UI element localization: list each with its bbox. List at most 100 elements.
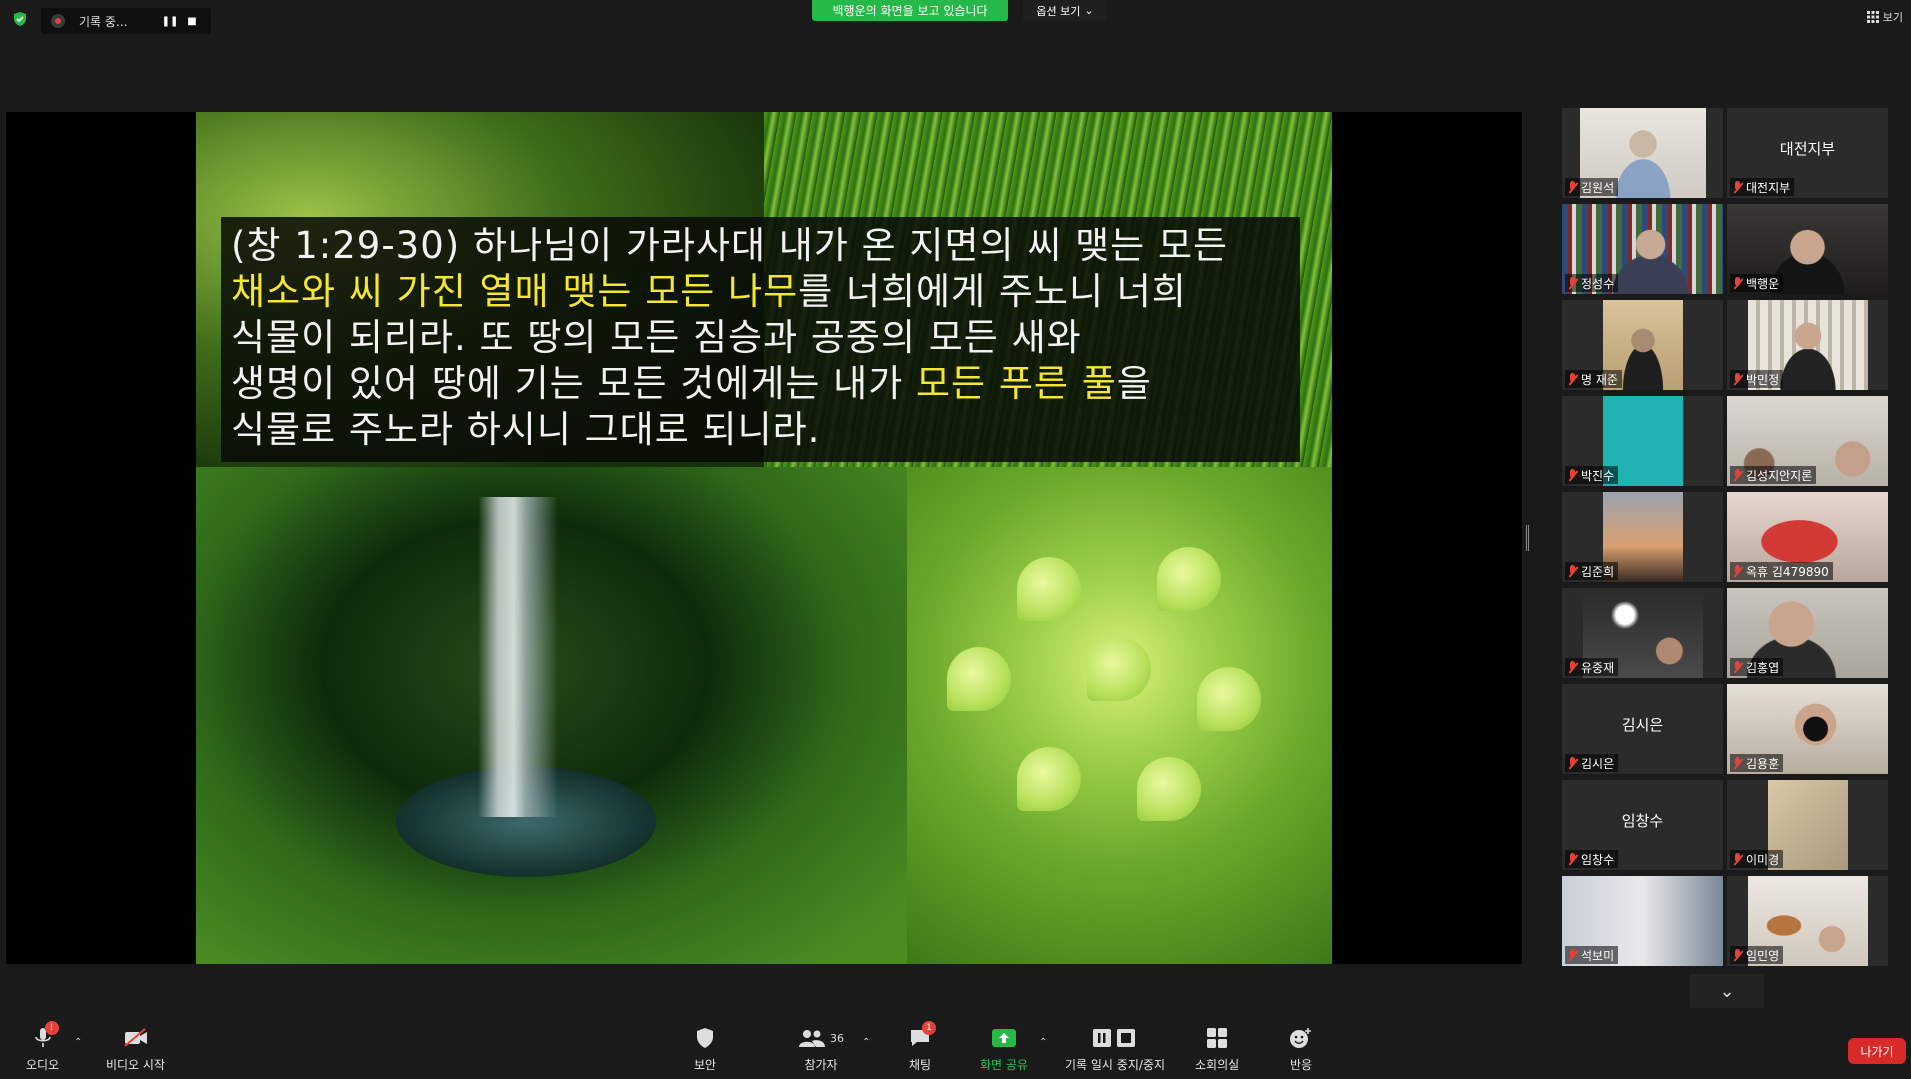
plant-bud bbox=[1017, 747, 1081, 811]
participant-name-label: 유중재 bbox=[1565, 658, 1619, 676]
participant-name: 유중재 bbox=[1581, 660, 1615, 675]
participant-name: 옥휴 김479890 bbox=[1746, 564, 1829, 579]
muted-microphone-icon bbox=[1567, 372, 1578, 386]
participants-options-caret-icon[interactable]: ⌃ bbox=[862, 1037, 870, 1048]
waterfall-stream bbox=[478, 497, 558, 817]
participant-tile[interactable]: 임창수 임창수 bbox=[1562, 780, 1723, 870]
verse-line: 생명이 있어 땅에 기는 모든 것에게는 내가 모든 푸른 풀을 bbox=[231, 361, 1290, 407]
muted-microphone-icon bbox=[1567, 564, 1578, 578]
pause-stop-icon bbox=[1091, 1025, 1139, 1051]
participant-name: 백행운 bbox=[1746, 276, 1780, 291]
breakout-rooms-button[interactable]: 소회의실 bbox=[1195, 1025, 1239, 1073]
resize-handle[interactable] bbox=[1526, 525, 1529, 551]
participant-tile[interactable]: 김시은 김시은 bbox=[1562, 684, 1723, 774]
video-off-icon bbox=[122, 1025, 150, 1051]
participant-tile[interactable]: 유중재 bbox=[1562, 588, 1723, 678]
share-options-caret-icon[interactable]: ⌃ bbox=[1039, 1037, 1047, 1048]
participant-tile[interactable]: 김준희 bbox=[1562, 492, 1723, 582]
pause-recording-icon[interactable]: ❚❚ bbox=[159, 10, 181, 32]
audio-options-caret-icon[interactable]: ⌃ bbox=[74, 1037, 82, 1048]
participant-tile[interactable]: 대전지부 대전지부 bbox=[1727, 108, 1888, 198]
verse-text: 생명이 있어 땅에 기는 모든 것에게는 내가 bbox=[231, 362, 917, 405]
microphone-icon: ! bbox=[29, 1021, 59, 1051]
share-screen-button[interactable]: 화면 공유 bbox=[980, 1025, 1028, 1073]
verse-line: 식물로 주노라 하시니 그대로 되니라. bbox=[231, 407, 1290, 453]
participant-tile[interactable]: 김성지안지론 bbox=[1727, 396, 1888, 486]
muted-microphone-icon bbox=[1567, 948, 1578, 962]
verse-text: 을 bbox=[1116, 362, 1152, 405]
participant-name: 박진수 bbox=[1581, 468, 1615, 483]
participant-name-label: 임창수 bbox=[1565, 850, 1619, 868]
participant-tile[interactable]: 김홍엽 bbox=[1727, 588, 1888, 678]
view-options-button[interactable]: 옵션 보기 ⌄ bbox=[1023, 0, 1107, 21]
recording-dot-icon bbox=[51, 14, 65, 28]
verse-line: 식물이 되리라. 또 땅의 모든 짐승과 공중의 모든 새와 bbox=[231, 315, 1290, 361]
participant-tile[interactable]: 정성수 bbox=[1562, 204, 1723, 294]
participant-display-name: 임창수 bbox=[1621, 812, 1664, 830]
participant-tile[interactable]: 박민정 bbox=[1727, 300, 1888, 390]
participant-name-label: 김준희 bbox=[1565, 562, 1619, 580]
participant-tile[interactable]: 백행운 bbox=[1727, 204, 1888, 294]
chevron-down-icon: ⌄ bbox=[1719, 980, 1735, 1002]
gallery-next-page-button[interactable]: ⌄ bbox=[1690, 974, 1764, 1008]
muted-microphone-icon bbox=[1567, 660, 1578, 674]
grid-icon bbox=[1866, 11, 1879, 23]
participant-tile[interactable]: 석보미 bbox=[1562, 876, 1723, 966]
participant-name: 김용훈 bbox=[1746, 756, 1780, 771]
start-video-button[interactable]: 비디오 시작 bbox=[106, 1025, 165, 1073]
leave-meeting-button[interactable]: 나가기 bbox=[1848, 1038, 1906, 1064]
muted-microphone-icon bbox=[1732, 948, 1743, 962]
recording-indicator: 기록 중... ❚❚ ■ bbox=[41, 8, 211, 34]
view-options-label: 옵션 보기 bbox=[1036, 4, 1081, 18]
participant-tile[interactable]: 김용훈 bbox=[1727, 684, 1888, 774]
participant-tile[interactable]: 김원석 bbox=[1562, 108, 1723, 198]
participant-name-label: 정성수 bbox=[1565, 274, 1619, 292]
security-button[interactable]: 보안 bbox=[691, 1025, 719, 1073]
muted-microphone-icon bbox=[1732, 660, 1743, 674]
plant-bud bbox=[1087, 637, 1151, 701]
muted-microphone-icon bbox=[1567, 180, 1578, 194]
participant-tile[interactable]: 임민영 bbox=[1727, 876, 1888, 966]
stop-recording-icon[interactable]: ■ bbox=[181, 10, 203, 32]
muted-microphone-icon bbox=[1732, 756, 1743, 770]
muted-microphone-icon bbox=[1732, 852, 1743, 866]
participant-name: 김홍엽 bbox=[1746, 660, 1780, 675]
muted-microphone-icon bbox=[1567, 852, 1578, 866]
audio-button[interactable]: ! 오디오 bbox=[26, 1021, 59, 1073]
chat-label: 채팅 bbox=[908, 1058, 932, 1072]
participant-name: 석보미 bbox=[1581, 948, 1615, 963]
muted-microphone-icon bbox=[1567, 756, 1578, 770]
participant-name: 정성수 bbox=[1581, 276, 1615, 291]
chat-button[interactable]: 1 채팅 bbox=[906, 1021, 936, 1073]
muted-microphone-icon bbox=[1732, 372, 1743, 386]
muted-microphone-icon bbox=[1732, 564, 1743, 578]
participant-name: 임민영 bbox=[1746, 948, 1780, 963]
screen-share-banner: 백행운의 화면을 보고 있습니다 bbox=[812, 0, 1008, 21]
verse-line: 채소와 씨 가진 열매 맺는 모든 나무를 너희에게 주노니 너희 bbox=[231, 269, 1290, 315]
participant-tile[interactable]: 명 재준 bbox=[1562, 300, 1723, 390]
muted-microphone-icon bbox=[1732, 468, 1743, 482]
participant-tile[interactable]: 옥휴 김479890 bbox=[1727, 492, 1888, 582]
breakout-rooms-icon bbox=[1203, 1025, 1231, 1051]
top-bar: 기록 중... ❚❚ ■ 백행운의 화면을 보고 있습니다 옵션 보기 ⌄ 보기 bbox=[0, 0, 1911, 40]
chat-icon: 1 bbox=[906, 1021, 936, 1051]
participant-name-label: 김시은 bbox=[1565, 754, 1619, 772]
participant-name-label: 명 재준 bbox=[1565, 370, 1622, 388]
participant-tile[interactable]: 이미경 bbox=[1727, 780, 1888, 870]
plant-bud bbox=[947, 647, 1011, 711]
verse-line: (창 1:29-30) 하나님이 가라사대 내가 온 지면의 씨 맺는 모든 bbox=[231, 223, 1290, 269]
participant-tile[interactable]: 박진수 bbox=[1562, 396, 1723, 486]
plant-bud bbox=[1137, 757, 1201, 821]
recording-controls-button[interactable]: 기록 일시 중지/중지 bbox=[1065, 1025, 1165, 1073]
security-shield-icon[interactable] bbox=[12, 11, 28, 27]
reactions-label: 반응 bbox=[1289, 1058, 1313, 1072]
highlighted-text: 모든 푸른 풀 bbox=[916, 362, 1117, 405]
plant-bud bbox=[1157, 547, 1221, 611]
participant-name-label: 석보미 bbox=[1565, 946, 1619, 964]
reactions-button[interactable]: 반응 bbox=[1287, 1025, 1315, 1073]
verse-text: 식물이 되리라. 또 땅의 모든 짐승과 공중의 모든 새와 bbox=[231, 316, 1082, 359]
gallery-view-button[interactable]: 보기 bbox=[1866, 9, 1903, 25]
presentation-slide: (창 1:29-30) 하나님이 가라사대 내가 온 지면의 씨 맺는 모든 채소… bbox=[196, 112, 1332, 964]
view-label: 보기 bbox=[1882, 11, 1903, 24]
participants-button[interactable]: 36 참가자 bbox=[793, 1025, 849, 1073]
